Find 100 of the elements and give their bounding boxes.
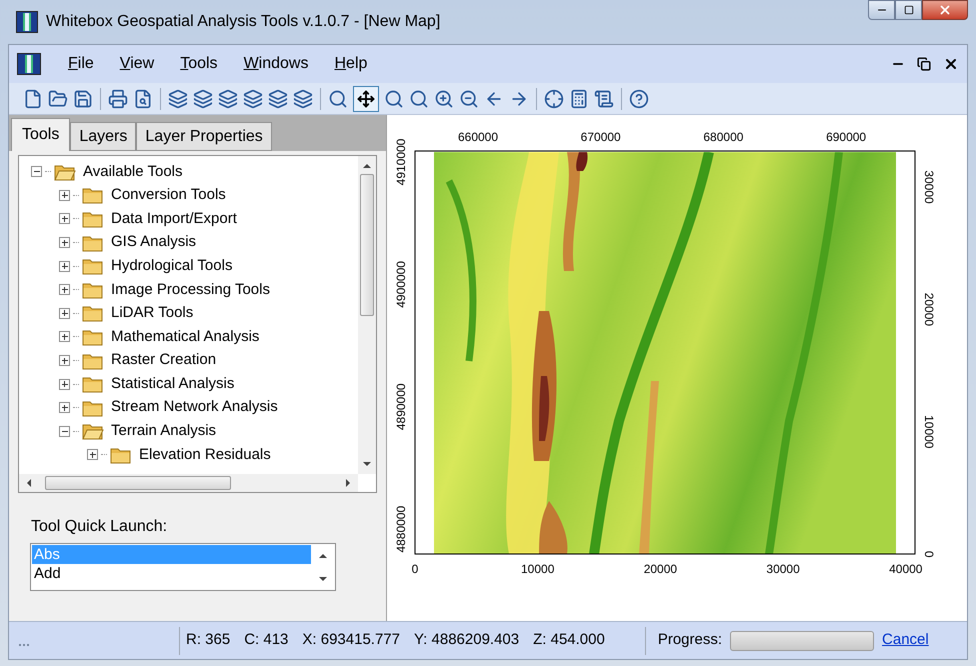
tab[interactable]: Layer Properties	[136, 122, 272, 151]
tick-label: 30000	[766, 562, 800, 576]
expand-icon[interactable]	[59, 331, 70, 342]
menu-item[interactable]: Help	[325, 52, 376, 76]
list-item[interactable]: Add	[32, 564, 311, 583]
tree-item[interactable]: Image Processing Tools	[111, 278, 270, 302]
scroll-up-icon[interactable]	[319, 554, 327, 558]
zoom-icon[interactable]	[384, 88, 404, 108]
zoom-in-icon[interactable]	[434, 88, 454, 108]
tick-label: 690000	[826, 130, 866, 144]
printer-icon[interactable]	[108, 88, 128, 108]
coordinate-readout: X: 693415.777	[302, 630, 400, 650]
tree-item[interactable]: Available Tools	[83, 160, 183, 184]
layer-icon[interactable]	[218, 88, 238, 108]
quick-launch-list[interactable]: Abs Add	[30, 543, 336, 591]
progress-label: Progress:	[658, 630, 722, 650]
pan-icon	[357, 90, 375, 108]
open-folder-icon	[54, 162, 76, 181]
coordinate-readout: Z: 454.000	[533, 630, 605, 650]
crosshair-icon[interactable]	[544, 88, 564, 108]
scroll-thumb[interactable]	[45, 476, 231, 490]
tick-label: 4880000	[394, 506, 408, 553]
expand-icon[interactable]	[59, 237, 70, 248]
expand-icon[interactable]	[59, 213, 70, 224]
folder-icon	[82, 398, 104, 417]
restore-icon[interactable]	[917, 57, 931, 71]
scroll-right-icon[interactable]	[346, 479, 350, 487]
tree-item[interactable]: Terrain Analysis	[111, 420, 216, 443]
tick-label: 4910000	[394, 138, 408, 186]
menu-item[interactable]: Tools	[171, 52, 227, 76]
tick-label: 20000	[644, 562, 678, 576]
expand-icon[interactable]	[59, 355, 70, 366]
expand-icon[interactable]	[59, 284, 70, 296]
document-logo-icon	[17, 53, 41, 75]
coordinate-readout: C: 413	[244, 630, 288, 650]
expand-icon[interactable]	[87, 449, 98, 460]
help-icon[interactable]	[629, 88, 649, 108]
tree-item[interactable]: GIS Analysis	[111, 231, 196, 254]
new-file-icon[interactable]	[23, 88, 43, 108]
minimize-button[interactable]	[868, 0, 895, 20]
scroll-left-icon[interactable]	[27, 479, 31, 487]
save-icon[interactable]	[73, 88, 93, 108]
vertical-scrollbar[interactable]	[358, 156, 376, 474]
layer-icon[interactable]	[243, 88, 263, 108]
close-button[interactable]	[922, 0, 968, 20]
quick-launch-label: Tool Quick Launch:	[31, 517, 168, 537]
cancel-link[interactable]: Cancel	[882, 629, 929, 652]
tree-item[interactable]: Statistical Analysis	[111, 372, 234, 396]
calculator-icon[interactable]	[569, 88, 589, 108]
tick-label: 4890000	[394, 383, 408, 430]
menu-item[interactable]: File	[59, 52, 103, 76]
folder-icon	[82, 257, 104, 276]
layer-icon[interactable]	[293, 88, 313, 108]
maximize-button[interactable]	[895, 0, 922, 20]
tick-label: 30000	[922, 170, 936, 204]
tree-item[interactable]: Stream Network Analysis	[111, 396, 278, 419]
scroll-down-icon[interactable]	[319, 576, 327, 580]
open-folder-icon[interactable]	[48, 88, 68, 108]
scroll-thumb[interactable]	[360, 174, 374, 316]
tick-label: 0	[412, 562, 418, 576]
zoom-icon[interactable]	[409, 88, 429, 108]
tree-item[interactable]: LiDAR Tools	[111, 302, 194, 325]
collapse-icon[interactable]	[31, 166, 42, 178]
expand-icon[interactable]	[59, 308, 70, 319]
expand-icon[interactable]	[59, 260, 70, 272]
print-preview-icon[interactable]	[133, 88, 153, 108]
tick-label: 680000	[703, 130, 744, 144]
collapse-icon[interactable]	[59, 426, 70, 437]
app-logo-icon	[16, 11, 38, 33]
menu-item[interactable]: Windows	[234, 52, 318, 76]
tick-label: 10000	[521, 562, 554, 576]
folder-icon	[82, 234, 104, 252]
tick-label: 4900000	[394, 261, 408, 308]
folder-icon	[82, 186, 104, 204]
tree-item[interactable]: Mathematical Analysis	[111, 326, 260, 348]
folder-icon	[82, 304, 104, 322]
tab[interactable]: Layers	[70, 122, 136, 151]
pan-button[interactable]	[353, 86, 379, 112]
tree-item[interactable]: Elevation Residuals	[139, 444, 271, 466]
scroll-down-icon[interactable]	[363, 462, 371, 466]
close-icon[interactable]	[943, 56, 959, 72]
expand-icon[interactable]	[59, 190, 70, 201]
folder-icon	[110, 446, 132, 464]
tree-item[interactable]: Hydrological Tools	[111, 254, 232, 278]
tree-item[interactable]: Raster Creation	[111, 349, 216, 372]
scroll-up-icon[interactable]	[363, 164, 371, 168]
horizontal-scrollbar[interactable]	[19, 474, 358, 492]
tree-item[interactable]: Data Import/Export	[111, 208, 237, 230]
layer-icon[interactable]	[268, 88, 288, 108]
menu-item[interactable]: View	[110, 52, 164, 76]
folder-icon	[82, 210, 104, 228]
folder-icon	[82, 328, 104, 346]
expand-icon[interactable]	[59, 378, 70, 390]
zoom-out-icon[interactable]	[459, 88, 479, 108]
tab[interactable]: Tools	[11, 118, 70, 151]
tree-item[interactable]: Conversion Tools	[111, 184, 226, 207]
scroll-icon[interactable]	[594, 88, 614, 108]
expand-icon[interactable]	[59, 402, 70, 414]
open-folder-icon	[82, 422, 104, 440]
tick-label: 0	[922, 550, 936, 558]
